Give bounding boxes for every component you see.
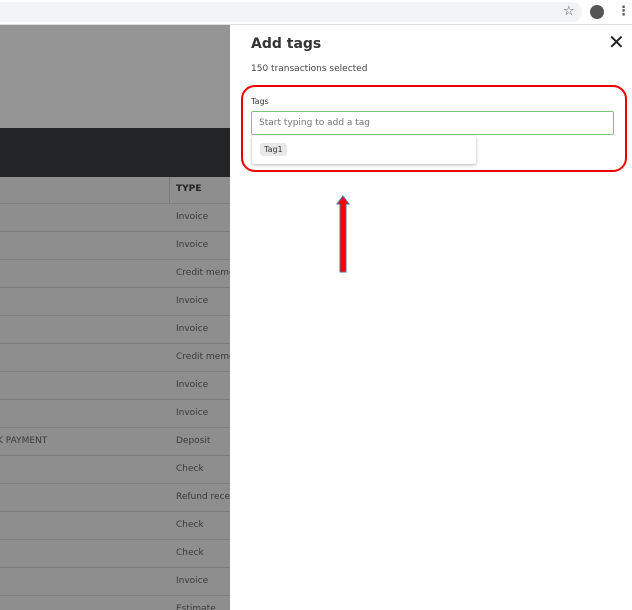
account-icon[interactable] xyxy=(590,5,604,19)
row-type: Refund receipt xyxy=(176,492,230,502)
tags-label: Tags xyxy=(251,97,269,106)
table-row[interactable]: K PAYMENT Deposit xyxy=(0,428,230,456)
row-type: Check xyxy=(176,548,204,558)
add-tags-panel: Add tags ✕ 150 transactions selected Tag… xyxy=(230,25,632,610)
row-type: Invoice xyxy=(176,296,209,306)
table-row[interactable]: Check xyxy=(0,540,230,568)
table-row[interactable]: Invoice xyxy=(0,288,230,316)
row-type: Invoice xyxy=(176,324,209,334)
star-icon[interactable]: ☆ xyxy=(563,4,575,20)
address-bar[interactable] xyxy=(0,2,582,22)
table-row[interactable]: Invoice xyxy=(0,204,230,232)
table-row[interactable]: Estimate xyxy=(0,596,230,610)
table-row[interactable]: Invoice xyxy=(0,372,230,400)
row-type: Deposit xyxy=(176,436,211,446)
batch-actions-bar xyxy=(0,128,230,177)
row-type: Estimate xyxy=(176,604,216,610)
table-row[interactable]: Refund receipt xyxy=(0,484,230,512)
row-type: Invoice xyxy=(176,576,209,586)
transactions-background: TYPE Invoice Invoice Credit memo Invoice Inv… xyxy=(0,25,230,610)
table-row[interactable]: Invoice xyxy=(0,568,230,596)
table-row[interactable]: Check xyxy=(0,456,230,484)
table-row[interactable]: Check xyxy=(0,512,230,540)
row-description: K PAYMENT xyxy=(0,436,48,446)
tag-suggestions-dropdown: Tag1 xyxy=(252,136,476,164)
row-type: Credit memo xyxy=(176,268,230,278)
tag-suggestion[interactable]: Tag1 xyxy=(260,143,287,156)
row-type: Check xyxy=(176,520,204,530)
row-type: Invoice xyxy=(176,212,209,222)
page-header-area xyxy=(0,25,230,128)
table-header: TYPE xyxy=(0,177,230,204)
more-vert-icon[interactable]: ⋮ xyxy=(617,4,630,20)
table-row[interactable]: Invoice xyxy=(0,232,230,260)
table-row[interactable]: Credit memo xyxy=(0,344,230,372)
tags-input[interactable] xyxy=(251,111,614,135)
column-divider xyxy=(169,177,170,204)
panel-title: Add tags xyxy=(251,36,322,52)
table-row[interactable]: Invoice xyxy=(0,316,230,344)
row-type: Invoice xyxy=(176,380,209,390)
row-type: Invoice xyxy=(176,408,209,418)
table-row[interactable]: Invoice xyxy=(0,400,230,428)
browser-toolbar: ☆ ⋮ xyxy=(0,0,632,25)
arrow-annotation-icon xyxy=(336,195,350,273)
row-type: Invoice xyxy=(176,240,209,250)
table-row[interactable]: Credit memo xyxy=(0,260,230,288)
row-type: Credit memo xyxy=(176,352,230,362)
type-column-header: TYPE xyxy=(176,184,202,194)
close-icon[interactable]: ✕ xyxy=(608,31,625,53)
row-type: Check xyxy=(176,464,204,474)
selection-count: 150 transactions selected xyxy=(251,64,368,74)
